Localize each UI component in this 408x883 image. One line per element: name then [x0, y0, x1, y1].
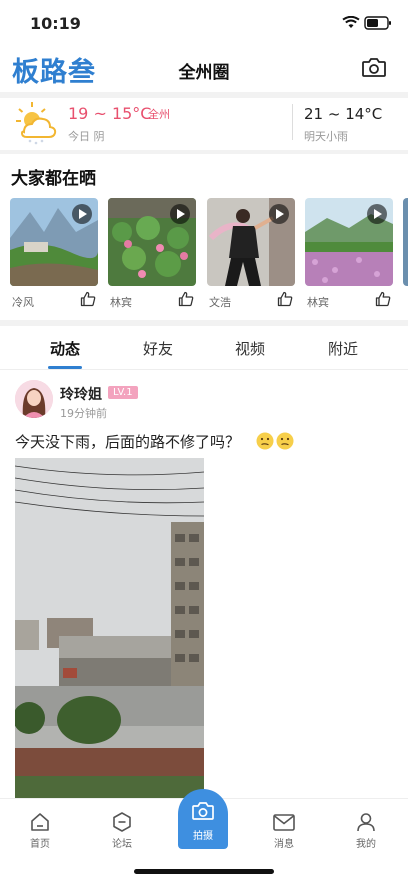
divider [0, 320, 408, 326]
nav-messages[interactable]: 消息 [254, 811, 314, 850]
media-card-partial[interactable] [403, 198, 408, 310]
weather-location: 全州 [148, 108, 170, 121]
tomorrow-weather-desc: 明天小雨 [304, 130, 348, 143]
today-temperature: 19 ~ 15°C [68, 104, 152, 123]
thumbs-up-icon[interactable] [277, 291, 293, 307]
nav-shoot-button[interactable]: 拍摄 [178, 789, 228, 849]
weather-bar[interactable]: 19 ~ 15°C 全州 今日 阴 21 ~ 14°C 明天小雨 [0, 98, 408, 150]
media-card[interactable]: 林宾 [108, 198, 196, 310]
today-weather-desc: 今日 阴 [68, 130, 105, 143]
tab-nearby[interactable]: 附近 [303, 338, 383, 359]
avatar[interactable] [15, 380, 53, 418]
status-time: 10:19 [30, 14, 81, 33]
media-author: 林宾 [110, 296, 132, 309]
thumbs-up-icon[interactable] [178, 291, 194, 307]
wifi-icon [342, 16, 360, 28]
nav-shoot-label: 拍摄 [193, 831, 213, 842]
nav-home-label: 首页 [30, 839, 50, 850]
avatar-image [15, 380, 53, 418]
camera-icon [192, 802, 214, 820]
play-icon [170, 204, 190, 224]
post-photo[interactable] [15, 458, 204, 798]
divider [0, 150, 408, 154]
feed-post[interactable]: 玲玲姐 LV.1 19分钟前 今天没下雨，后面的路不修了吗？ [0, 374, 408, 804]
media-author: 冷风 [12, 296, 34, 309]
section-title: 大家都在晒 [11, 169, 96, 189]
weather-divider [292, 104, 293, 140]
battery-icon [364, 16, 391, 30]
media-card[interactable]: 林宾 [305, 198, 393, 310]
tab-dynamic[interactable]: 动态 [25, 338, 105, 359]
nav-messages-label: 消息 [274, 839, 294, 850]
play-icon [269, 204, 289, 224]
confused-emoji-icon [256, 432, 274, 450]
street-photo [15, 458, 204, 798]
feed-tabs: 动态 好友 视频 附近 [0, 330, 408, 370]
nav-mine-label: 我的 [356, 839, 376, 850]
confused-emoji-icon [276, 432, 294, 450]
media-card[interactable]: 冷风 [10, 198, 98, 310]
play-icon [367, 204, 387, 224]
tab-friends[interactable]: 好友 [118, 338, 198, 359]
home-icon [31, 813, 49, 831]
nav-forum[interactable]: 论坛 [92, 811, 152, 850]
level-badge: LV.1 [108, 386, 138, 399]
nav-mine[interactable]: 我的 [336, 811, 396, 850]
post-author[interactable]: 玲玲姐 [60, 384, 102, 404]
media-author: 林宾 [307, 296, 329, 309]
media-thumbnail[interactable] [403, 198, 408, 286]
camera-icon[interactable] [361, 56, 387, 78]
nav-home[interactable]: 首页 [10, 811, 70, 850]
bottom-tab-bar: 首页 论坛 拍摄 消息 我的 [0, 789, 408, 883]
post-text: 今天没下雨，后面的路不修了吗？ [15, 433, 241, 451]
tomorrow-temperature: 21 ~ 14°C [304, 105, 383, 123]
forum-icon [113, 812, 131, 832]
mail-icon [273, 814, 295, 831]
play-icon [72, 204, 92, 224]
home-indicator [134, 869, 274, 874]
tab-videos[interactable]: 视频 [210, 338, 290, 359]
post-time: 19分钟前 [60, 407, 107, 420]
shared-media-carousel[interactable]: 冷风 林宾 文浩 林宾 [0, 198, 408, 316]
status-bar: 10:19 [0, 0, 408, 46]
media-card[interactable]: 文浩 [207, 198, 295, 310]
cloudy-weather-icon [16, 102, 57, 145]
active-tab-indicator [48, 366, 82, 369]
thumbs-up-icon[interactable] [80, 291, 96, 307]
page-title: 全州圈 [178, 63, 230, 83]
nav-forum-label: 论坛 [112, 839, 132, 850]
thumbs-up-icon[interactable] [375, 291, 391, 307]
media-author: 文浩 [209, 296, 231, 309]
top-nav: 板路叁 全州圈 [0, 46, 408, 92]
user-icon [357, 813, 375, 832]
